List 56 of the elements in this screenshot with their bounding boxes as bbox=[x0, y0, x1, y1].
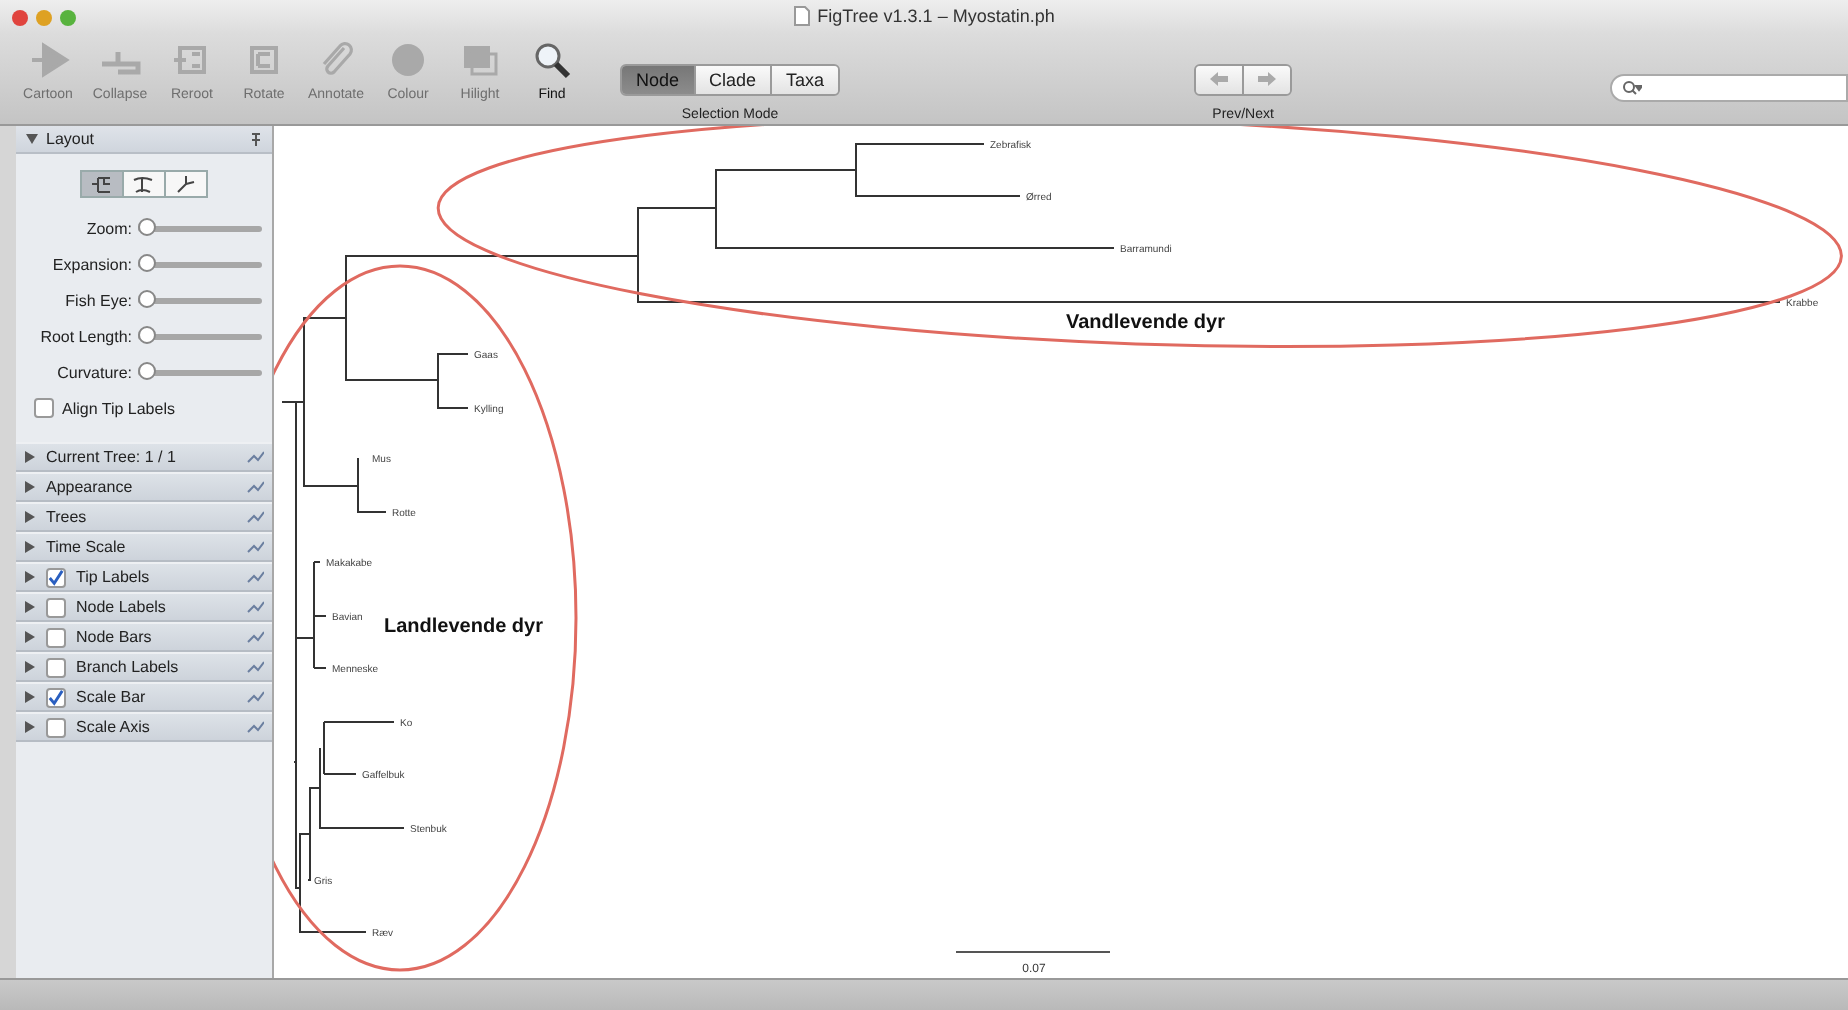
search-icon bbox=[1622, 80, 1642, 96]
slider-thumb[interactable] bbox=[138, 253, 156, 271]
hilight-icon bbox=[458, 40, 502, 80]
rectangular-layout-icon bbox=[90, 174, 112, 194]
search-field[interactable] bbox=[1610, 74, 1848, 102]
slider-thumb[interactable] bbox=[138, 325, 156, 343]
panel-header[interactable]: Scale Axis bbox=[16, 712, 272, 742]
slider-thumb[interactable] bbox=[138, 217, 156, 235]
polar-layout-icon bbox=[132, 174, 154, 194]
search-icon bbox=[530, 40, 574, 80]
slider-label: Fish Eye: bbox=[63, 291, 132, 309]
layout-panel-header[interactable]: Layout bbox=[16, 126, 272, 154]
checkbox[interactable] bbox=[46, 597, 66, 617]
checkbox[interactable] bbox=[46, 687, 66, 707]
right-arrow-icon bbox=[1258, 72, 1277, 86]
document-icon bbox=[793, 5, 810, 25]
layout-style-button[interactable] bbox=[79, 170, 123, 198]
panel-header[interactable]: Current Tree: 1 / 1 bbox=[16, 442, 272, 472]
annotation-label: Vandlevende dyr bbox=[1066, 312, 1225, 334]
checkbox[interactable] bbox=[46, 657, 66, 677]
panel-header[interactable]: Tip Labels bbox=[16, 562, 272, 592]
slider-thumb[interactable] bbox=[138, 361, 156, 379]
window-title: FigTree v1.3.1 – Myostatin.ph bbox=[817, 5, 1055, 25]
checkbox[interactable] bbox=[46, 627, 66, 647]
slider-thumb[interactable] bbox=[138, 289, 156, 307]
circle-icon bbox=[386, 40, 430, 80]
zoom-button[interactable] bbox=[60, 9, 76, 25]
checkbox[interactable] bbox=[46, 717, 66, 737]
pin-icon bbox=[250, 131, 262, 147]
selection-mode-tab[interactable]: Taxa bbox=[770, 66, 839, 94]
panel-header[interactable]: Node Bars bbox=[16, 622, 272, 652]
slider-label: Zoom: bbox=[84, 219, 132, 237]
selection-mode-tab[interactable]: Node bbox=[622, 66, 694, 94]
selection-mode-tab[interactable]: Clade bbox=[693, 66, 771, 94]
checkbox[interactable] bbox=[34, 398, 54, 418]
checkbox-label: Align Tip Labels bbox=[62, 399, 175, 417]
layout-style-button[interactable] bbox=[163, 170, 207, 198]
minimize-button[interactable] bbox=[36, 9, 52, 25]
panel-header[interactable]: Branch Labels bbox=[16, 652, 272, 682]
annotation-label: Landlevende dyr bbox=[384, 616, 543, 638]
slider-label: Root Length: bbox=[38, 327, 132, 345]
slider-label: Expansion: bbox=[50, 255, 132, 273]
radial-layout-icon bbox=[174, 174, 196, 194]
panel-header[interactable]: Scale Bar bbox=[16, 682, 272, 712]
panel-header[interactable]: Appearance bbox=[16, 472, 272, 502]
panel-header[interactable]: Node Labels bbox=[16, 592, 272, 622]
layout-style-button[interactable] bbox=[121, 170, 165, 198]
panel-header[interactable]: Trees bbox=[16, 502, 272, 532]
slider-label: Curvature: bbox=[55, 363, 132, 381]
cartoon-icon bbox=[26, 40, 70, 80]
previous-button[interactable] bbox=[1196, 66, 1243, 94]
checkbox[interactable] bbox=[46, 567, 66, 587]
close-button[interactable] bbox=[12, 9, 28, 25]
next-button[interactable] bbox=[1242, 66, 1291, 94]
panel-header[interactable]: Time Scale bbox=[16, 532, 272, 562]
left-arrow-icon bbox=[1210, 72, 1229, 86]
